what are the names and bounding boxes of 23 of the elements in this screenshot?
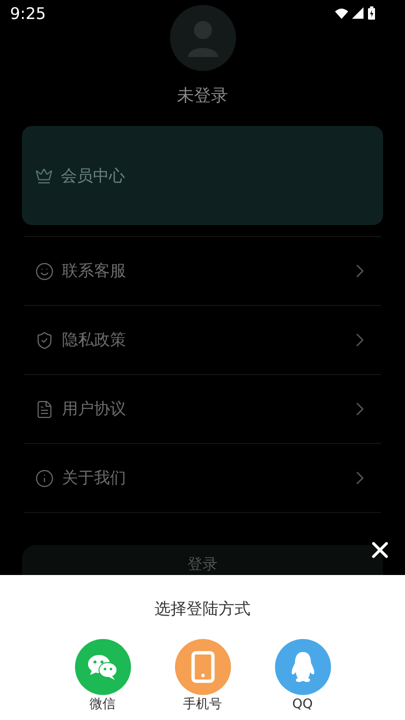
menu-item[interactable]: 用户协议 [24,375,381,443]
signal-icon [352,6,364,20]
member-center-label: 会员中心 [61,164,125,186]
menu-item[interactable]: 关于我们 [24,444,381,512]
crown-icon [35,166,53,184]
document-icon [35,400,54,418]
member-card[interactable]: 会员中心 [22,126,383,225]
login-option-label: 微信 [90,698,116,711]
menu-item[interactable]: 联系客服 [24,237,381,305]
shield-icon [35,330,54,350]
penguin-icon [290,651,316,683]
status-time: 9:25 [10,6,47,22]
login-option-label: 手机号 [183,698,222,711]
login-option-label: QQ [292,698,313,711]
chat-bubbles-icon [86,653,118,681]
battery-icon [368,5,375,21]
login-button[interactable]: 登录 [22,545,383,575]
smile-icon [35,262,54,280]
info-icon [35,468,54,488]
login-status: 未登录 [177,88,228,105]
sheet-title: 选择登陆方式 [154,601,250,617]
wifi-icon [335,6,348,20]
menu-item[interactable]: 隐私政策 [24,306,381,374]
